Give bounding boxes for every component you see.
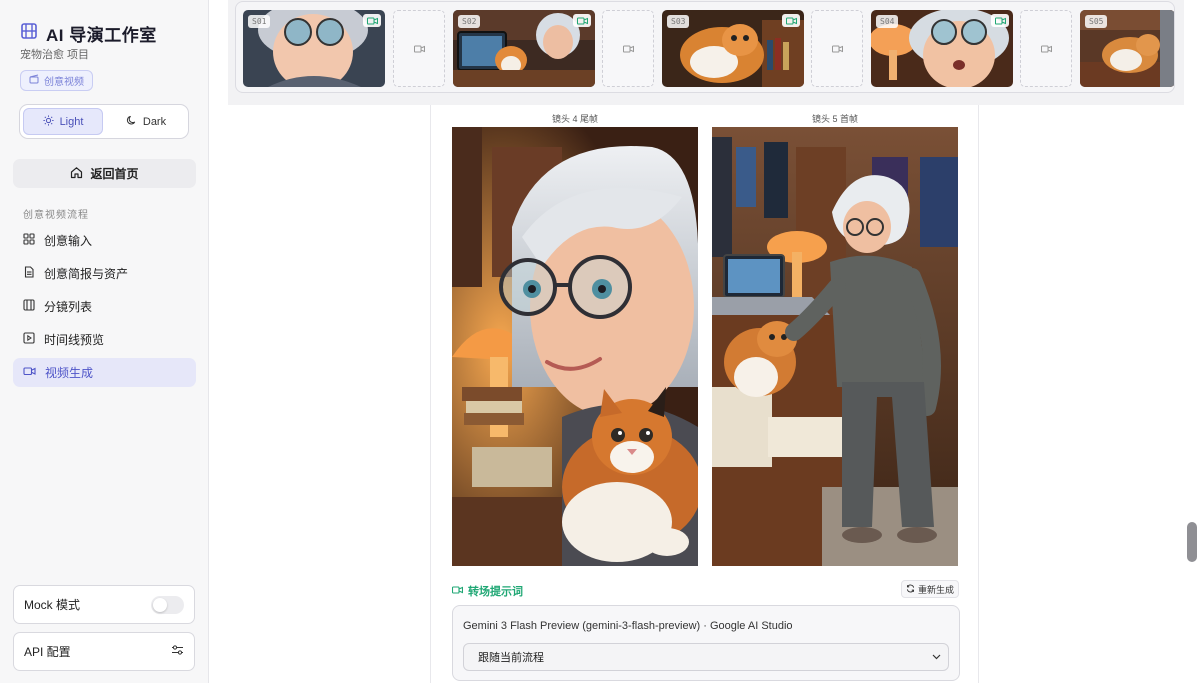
model-config-box: Gemini 3 Flash Preview (gemini-3-flash-p…: [452, 605, 960, 681]
theme-toggle: Light Dark: [19, 104, 189, 139]
sun-icon: [43, 114, 54, 129]
video-ready-icon: [363, 14, 381, 27]
shot-id: S05: [1085, 15, 1108, 28]
film-icon: [23, 299, 35, 314]
page-scrollbar[interactable]: [1187, 522, 1197, 562]
theme-dark-label: Dark: [142, 115, 167, 128]
nav-label: 创意简报与资产: [44, 267, 129, 281]
left-frame-label: 镜头 4 尾帧: [551, 114, 598, 124]
filmstrip-area: S01 S02 S03 S04 S05: [228, 0, 1184, 105]
video-icon: [622, 40, 634, 58]
prompt-title-label: 转场提示词: [468, 586, 523, 598]
video-icon: [831, 40, 843, 58]
shot-id: S01: [248, 15, 271, 28]
sliders-icon: [171, 644, 184, 659]
transition-slot[interactable]: [1020, 10, 1072, 87]
transition-prompt-title: 转场提示词: [451, 583, 523, 599]
filmstrip: S01 S02 S03 S04 S05: [235, 1, 1175, 93]
shot-thumbnail-s03[interactable]: S03: [662, 10, 804, 87]
workflow-nav: 创意输入 创意简报与资产 分镜列表 时间线预览 视频生成: [13, 226, 196, 391]
video-icon: [451, 585, 464, 597]
home-button-label: 返回首页: [90, 167, 139, 181]
moon-icon: [126, 115, 137, 129]
home-button[interactable]: 返回首页: [13, 159, 196, 188]
chevron-down-icon: [932, 651, 941, 663]
video-icon: [23, 365, 36, 380]
document-icon: [23, 266, 35, 281]
flow-select-value: 跟随当前流程: [478, 652, 544, 664]
nav-item-creative-input[interactable]: 创意输入: [13, 226, 196, 255]
video-ready-icon: [573, 14, 591, 27]
mock-mode-label: Mock 模式: [24, 598, 81, 612]
flow-select[interactable]: 跟随当前流程: [463, 643, 949, 671]
video-icon: [413, 40, 425, 58]
grid-icon: [23, 233, 35, 248]
right-frame-label: 镜头 5 首帧: [811, 114, 858, 124]
shot-thumbnail-s04[interactable]: S04: [871, 10, 1013, 87]
api-config-label: API 配置: [24, 645, 71, 659]
video-icon: [1040, 40, 1052, 58]
sidebar: AI 导演工作室 宠物治愈 项目 创意视频 Light Dark 返回首页 创意…: [0, 0, 209, 683]
app-title: AI 导演工作室: [46, 26, 157, 45]
film-icon: [20, 22, 38, 45]
nav-item-video-generation[interactable]: 视频生成: [13, 358, 196, 387]
theme-light-label: Light: [59, 115, 84, 128]
play-square-icon: [23, 332, 35, 347]
section-label: 创意视频流程: [23, 210, 89, 221]
nav-item-storyboard[interactable]: 分镜列表: [13, 292, 196, 321]
shot4-last-frame-image: [452, 127, 698, 566]
home-icon: [70, 166, 83, 182]
nav-label: 时间线预览: [44, 333, 105, 347]
theme-dark-button[interactable]: Dark: [107, 108, 185, 135]
api-config-button[interactable]: API 配置: [13, 632, 195, 671]
nav-label: 视频生成: [45, 366, 94, 380]
theme-light-button[interactable]: Light: [23, 108, 103, 135]
video-ready-icon: [991, 14, 1009, 27]
transition-panel: 镜头 4 尾帧 镜头 5 首帧 转场提示词 重新生成 Gemini 3 Flas…: [430, 105, 979, 683]
nav-item-brief-assets[interactable]: 创意简报与资产: [13, 259, 196, 288]
shot-thumbnail-s02[interactable]: S02: [453, 10, 595, 87]
nav-label: 创意输入: [44, 234, 93, 248]
model-name: Gemini 3 Flash Preview (gemini-3-flash-p…: [463, 620, 793, 632]
video-ready-icon: [782, 14, 800, 27]
nav-label: 分镜列表: [44, 300, 93, 314]
regenerate-button[interactable]: 重新生成: [901, 580, 959, 598]
shot-thumbnail-s05[interactable]: S05: [1080, 10, 1174, 87]
project-type-badge: 创意视频: [20, 70, 93, 91]
shot-id: S02: [458, 15, 481, 28]
badge-label: 创意视频: [44, 77, 84, 88]
shot-id: S03: [667, 15, 690, 28]
transition-slot[interactable]: [811, 10, 863, 87]
clapperboard-icon: [29, 74, 39, 87]
shot-thumbnail-s01[interactable]: S01: [243, 10, 385, 87]
regenerate-label: 重新生成: [917, 584, 954, 595]
mock-mode-toggle[interactable]: [151, 595, 184, 614]
project-name: 宠物治愈 项目: [20, 49, 90, 61]
transition-slot[interactable]: [393, 10, 445, 87]
nav-item-timeline[interactable]: 时间线预览: [13, 325, 196, 354]
shot-id: S04: [876, 15, 899, 28]
brand: AI 导演工作室: [20, 21, 157, 46]
refresh-icon: [906, 584, 915, 595]
shot5-first-frame-image: [712, 127, 958, 566]
transition-slot[interactable]: [602, 10, 654, 87]
mock-mode-card: Mock 模式: [13, 585, 195, 624]
